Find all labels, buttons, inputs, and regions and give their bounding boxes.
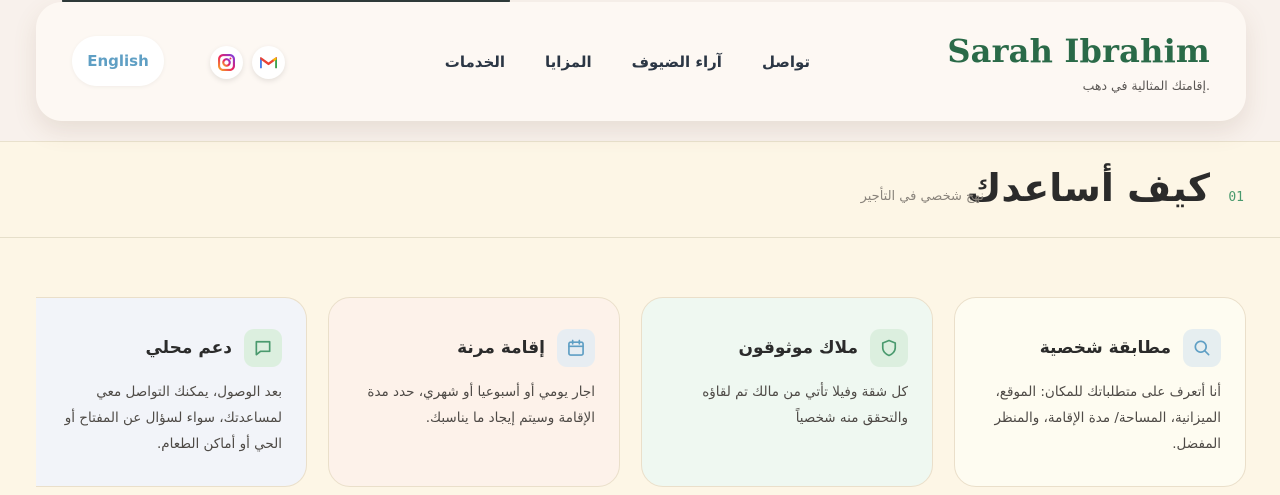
service-card-trusted-owners[interactable]: ملاك موثوقون كل شقة وفيلا تأتي من مالك ت… <box>641 297 933 487</box>
card-header: دعم محلي <box>52 329 282 367</box>
nav-testimonials[interactable]: آراء الضيوف <box>632 53 722 71</box>
card-title: دعم محلي <box>145 338 232 358</box>
site-header: Sarah Ibrahim إقامتك المثالية في دهب. ال… <box>36 2 1246 121</box>
chat-icon <box>255 340 271 356</box>
brand-tagline: إقامتك المثالية في دهب. <box>1082 78 1210 93</box>
card-header: إقامة مرنة <box>353 329 595 367</box>
card-icon-box <box>1183 329 1221 367</box>
language-toggle-button[interactable]: English <box>72 36 164 86</box>
service-card-flexible-stay[interactable]: إقامة مرنة اجار يومي أو أسبوعيا أو شهري،… <box>328 297 620 487</box>
service-card-local-support[interactable]: دعم محلي بعد الوصول، يمكنك التواصل معي ل… <box>36 297 307 487</box>
section-title: كيف أساعدك <box>966 166 1211 210</box>
card-icon-box <box>870 329 908 367</box>
nav-services[interactable]: الخدمات <box>445 53 505 71</box>
nav-features[interactable]: المزايا <box>545 53 592 71</box>
card-title: مطابقة شخصية <box>1039 338 1171 358</box>
card-body: بعد الوصول، يمكنك التواصل معي لمساعدتك، … <box>64 384 282 452</box>
nav-contact[interactable]: تواصل <box>762 53 810 71</box>
card-body: كل شقة وفيلا تأتي من مالك تم لقاؤه والتح… <box>702 384 908 426</box>
card-header: مطابقة شخصية <box>979 329 1221 367</box>
calendar-icon <box>568 339 584 356</box>
card-title: ملاك موثوقون <box>738 338 858 358</box>
search-icon <box>1194 340 1210 356</box>
instagram-icon <box>218 54 235 71</box>
gmail-button[interactable] <box>252 46 285 79</box>
brand[interactable]: Sarah Ibrahim إقامتك المثالية في دهب. <box>947 32 1210 93</box>
card-icon-box <box>557 329 595 367</box>
card-icon-box <box>244 329 282 367</box>
card-body: اجار يومي أو أسبوعيا أو شهري، حدد مدة ال… <box>367 384 595 426</box>
brand-name: Sarah Ibrahim <box>947 32 1210 70</box>
section-number: 01 <box>1228 190 1244 205</box>
shield-icon <box>881 339 897 357</box>
main-nav: الخدمات المزايا آراء الضيوف تواصل <box>445 53 810 71</box>
section-subtitle: نهج شخصي في التأجير <box>860 189 984 204</box>
card-title: إقامة مرنة <box>457 338 545 358</box>
card-header: ملاك موثوقون <box>666 329 908 367</box>
instagram-button[interactable] <box>210 46 243 79</box>
service-card-personal-match[interactable]: مطابقة شخصية أنا أتعرف على متطلباتك للمك… <box>954 297 1246 487</box>
section-header: 01 كيف أساعدك نهج شخصي في التأجير <box>0 142 1280 238</box>
card-body: أنا أتعرف على متطلباتك للمكان: الموقع، ا… <box>994 384 1221 452</box>
gmail-icon <box>260 57 277 69</box>
